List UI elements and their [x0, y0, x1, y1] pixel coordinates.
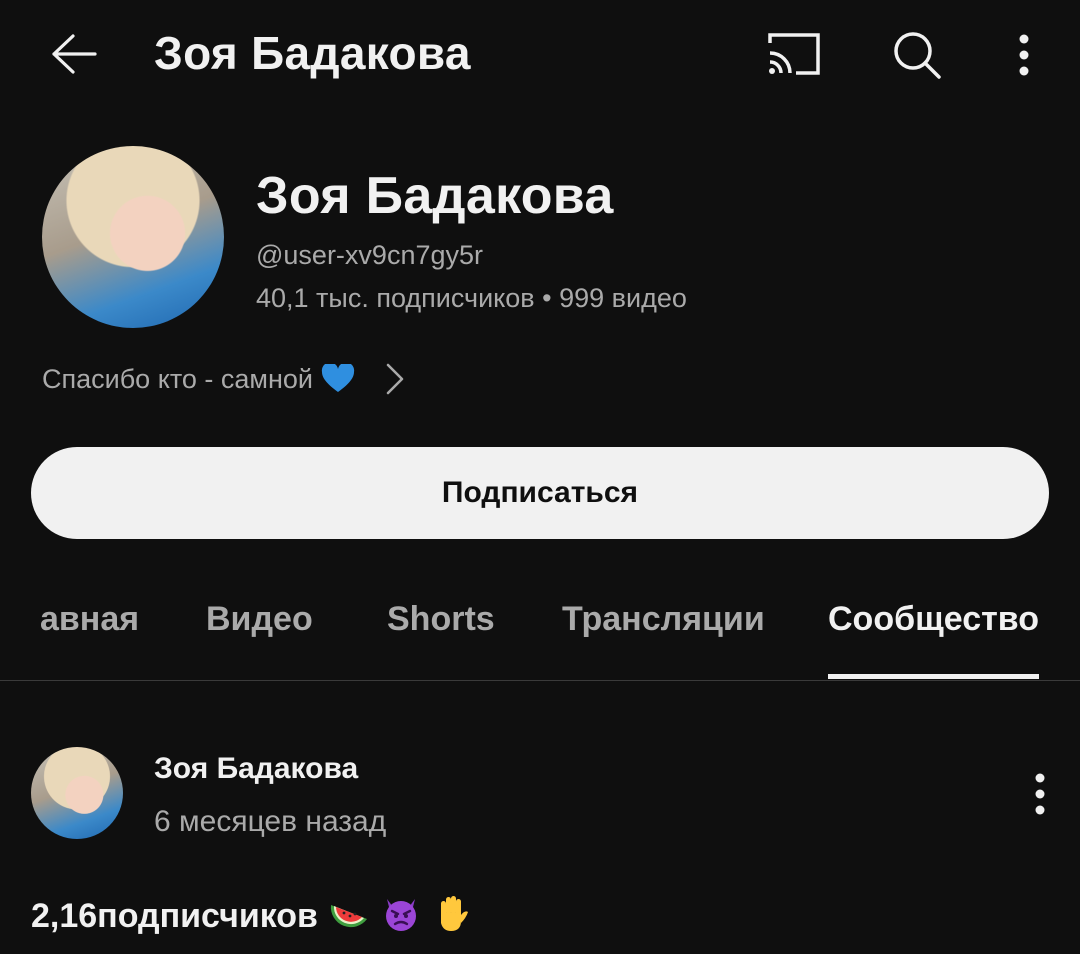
- divider: [0, 680, 1080, 681]
- more-vert-icon: [1035, 773, 1045, 815]
- post-text: 2,16подписчиков: [31, 897, 318, 935]
- channel-name: Зоя Бадакова: [256, 167, 614, 225]
- tab-home[interactable]: авная: [40, 600, 139, 639]
- channel-description-text: Спасибо кто - самной: [42, 363, 313, 394]
- page-title: Зоя Бадакова: [154, 27, 471, 79]
- channel-tabs: авная Видео Shorts Трансляции Сообщество: [0, 580, 1080, 680]
- post-timestamp: 6 месяцев назад: [154, 805, 387, 838]
- post-author-avatar[interactable]: [31, 747, 123, 839]
- search-icon: [894, 32, 941, 79]
- more-vert-icon: [1019, 34, 1029, 76]
- raised-hand-icon: [441, 896, 469, 931]
- tab-community[interactable]: Сообщество: [828, 600, 1039, 639]
- subscribe-button[interactable]: Подписаться: [31, 447, 1049, 539]
- more-options-button[interactable]: [1002, 26, 1046, 84]
- post-body: 2,16подписчиков: [31, 893, 472, 936]
- tab-videos[interactable]: Видео: [206, 600, 313, 639]
- blue-heart-icon: [321, 364, 355, 392]
- search-button[interactable]: [888, 26, 946, 84]
- tab-shorts[interactable]: Shorts: [387, 600, 495, 639]
- tab-live[interactable]: Трансляции: [562, 600, 765, 639]
- channel-avatar[interactable]: [42, 146, 224, 328]
- channel-stats: 40,1 тыс. подписчиков • 999 видео: [256, 283, 687, 313]
- cast-icon: [768, 33, 820, 75]
- channel-handle: @user-xv9cn7gy5r: [256, 240, 483, 270]
- post-menu-button[interactable]: [1020, 764, 1060, 824]
- post-author-name[interactable]: Зоя Бадакова: [154, 752, 358, 786]
- chevron-right-icon: [385, 362, 405, 396]
- cast-button[interactable]: [764, 28, 824, 80]
- top-app-bar: Зоя Бадакова: [0, 0, 1080, 112]
- channel-description[interactable]: Спасибо кто - самной: [42, 362, 405, 396]
- back-button[interactable]: [40, 24, 106, 84]
- active-tab-indicator: [828, 674, 1039, 679]
- arrow-back-icon: [52, 34, 97, 74]
- watermelon-icon: [331, 905, 368, 928]
- angry-devil-icon: [385, 899, 416, 931]
